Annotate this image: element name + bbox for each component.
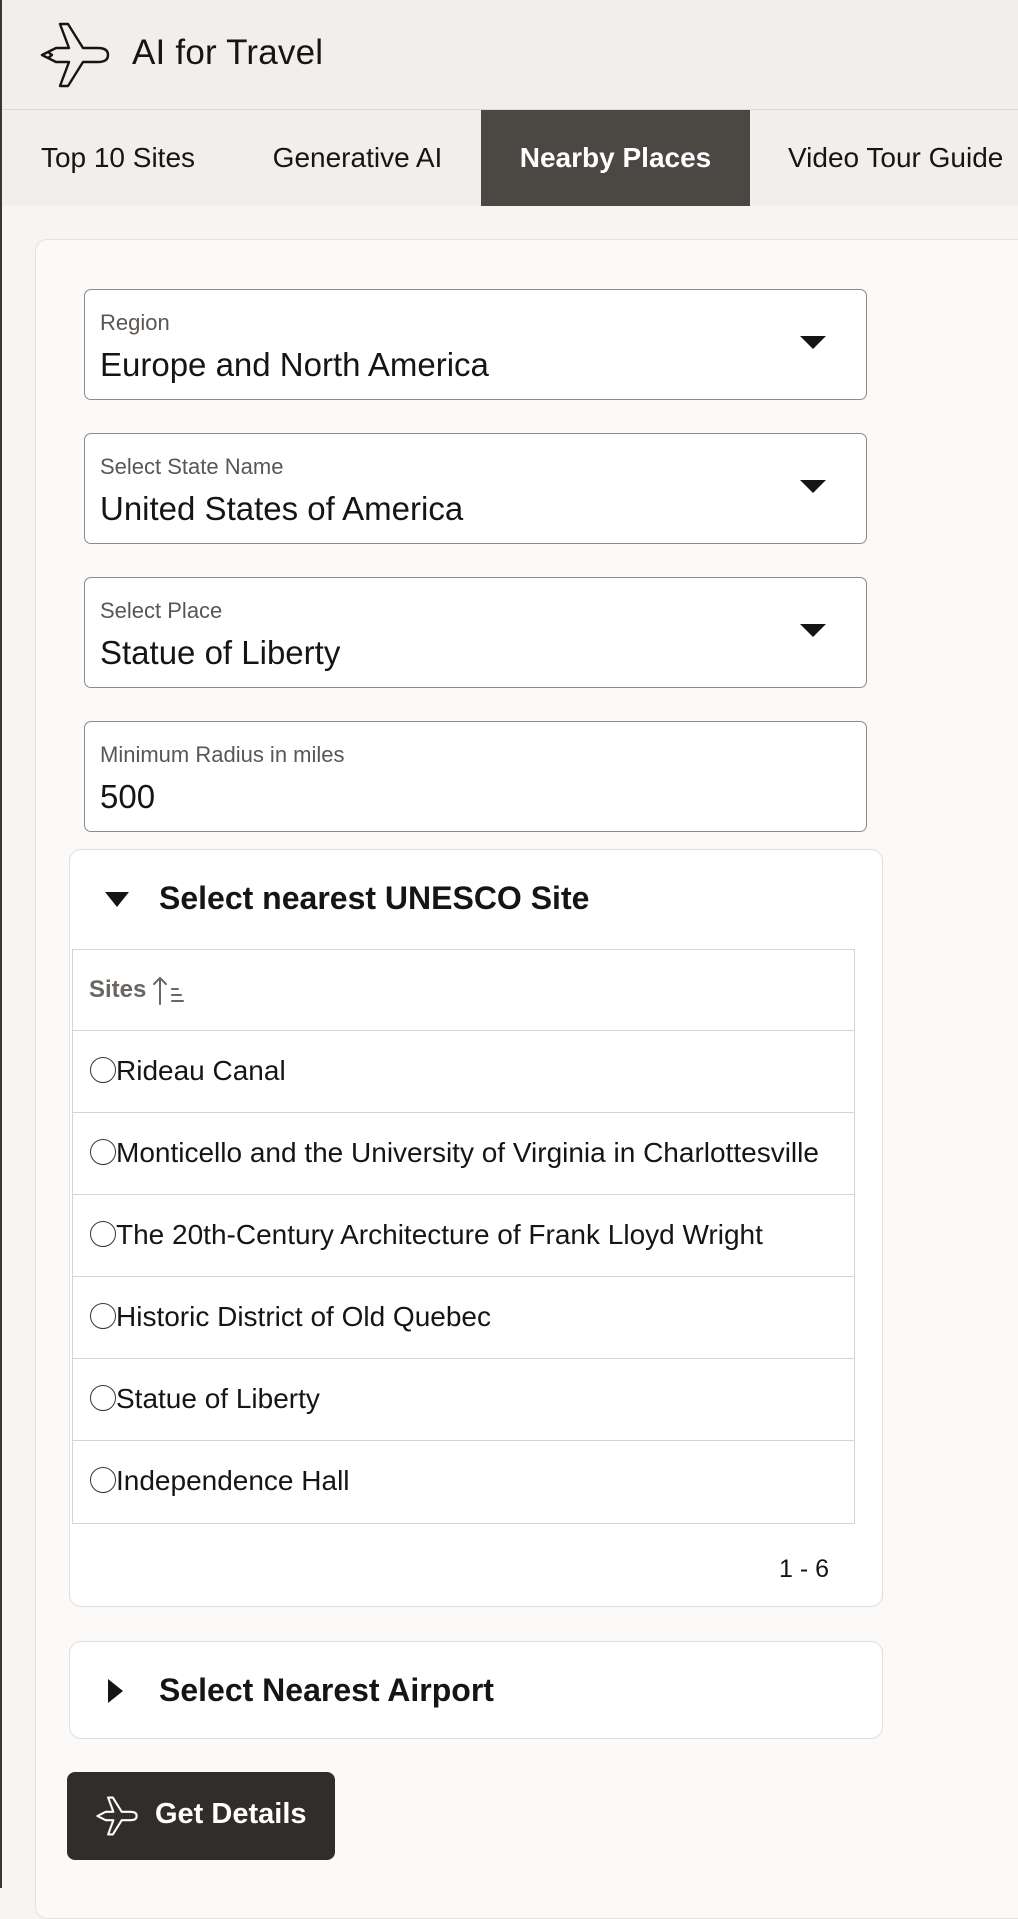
airplane-icon bbox=[40, 22, 110, 88]
table-header[interactable]: Sites bbox=[73, 950, 854, 1031]
site-radio[interactable] bbox=[90, 1057, 116, 1083]
window-edge bbox=[0, 0, 2, 1888]
radius-input[interactable]: Minimum Radius in miles 500 bbox=[84, 721, 867, 832]
sort-ascending-icon[interactable] bbox=[151, 974, 185, 1008]
unesco-site-section: Select nearest UNESCO Site Sites Rideau … bbox=[69, 849, 883, 1607]
table-row[interactable]: Statue of Liberty bbox=[73, 1359, 854, 1441]
airport-section-header[interactable]: Select Nearest Airport bbox=[70, 1642, 882, 1740]
unesco-section-header[interactable]: Select nearest UNESCO Site bbox=[70, 850, 882, 948]
get-details-button[interactable]: Get Details bbox=[67, 1772, 335, 1860]
tab-generative-ai[interactable]: Generative AI bbox=[234, 110, 481, 206]
radius-value[interactable]: 500 bbox=[100, 778, 155, 816]
site-name: Rideau Canal bbox=[116, 1055, 286, 1086]
sites-table: Sites Rideau Canal Monticello and the Un… bbox=[72, 949, 855, 1524]
site-radio[interactable] bbox=[90, 1303, 116, 1329]
place-value: Statue of Liberty bbox=[100, 634, 341, 671]
site-name: The 20th-Century Architecture of Frank L… bbox=[116, 1219, 763, 1250]
table-row[interactable]: The 20th-Century Architecture of Frank L… bbox=[73, 1195, 854, 1277]
state-value: United States of America bbox=[100, 490, 464, 527]
get-details-label: Get Details bbox=[155, 1798, 307, 1830]
region-value: Europe and North America bbox=[100, 346, 489, 383]
collapse-arrow-icon[interactable] bbox=[105, 892, 129, 907]
app-title: AI for Travel bbox=[132, 33, 324, 72]
table-row[interactable]: Rideau Canal bbox=[73, 1031, 854, 1113]
table-row[interactable]: Independence Hall bbox=[73, 1441, 854, 1523]
chevron-down-icon[interactable] bbox=[800, 336, 826, 349]
chevron-down-icon[interactable] bbox=[800, 480, 826, 493]
site-name: Monticello and the University of Virgini… bbox=[116, 1137, 819, 1168]
airport-section-title: Select Nearest Airport bbox=[159, 1672, 494, 1708]
state-select[interactable]: Select State Name United States of Ameri… bbox=[84, 433, 867, 544]
chevron-down-icon[interactable] bbox=[800, 624, 826, 637]
table-row[interactable]: Monticello and the University of Virgini… bbox=[73, 1113, 854, 1195]
region-select[interactable]: Region Europe and North America bbox=[84, 289, 867, 400]
table-row[interactable]: Historic District of Old Quebec bbox=[73, 1277, 854, 1359]
airport-section: Select Nearest Airport bbox=[69, 1641, 883, 1739]
site-name: Historic District of Old Quebec bbox=[116, 1301, 491, 1332]
place-select[interactable]: Select Place Statue of Liberty bbox=[84, 577, 867, 688]
expand-arrow-icon[interactable] bbox=[108, 1679, 123, 1703]
tab-bar: Top 10 Sites Generative AI Nearby Places… bbox=[2, 110, 1018, 206]
tab-top-10-sites[interactable]: Top 10 Sites bbox=[2, 110, 234, 206]
pagination-text: 1 - 6 bbox=[778, 1555, 829, 1583]
site-radio[interactable] bbox=[90, 1467, 116, 1493]
airplane-icon bbox=[96, 1796, 138, 1836]
unesco-section-title: Select nearest UNESCO Site bbox=[159, 880, 590, 916]
state-label: Select State Name bbox=[100, 454, 284, 479]
site-radio[interactable] bbox=[90, 1221, 116, 1247]
sites-column-header[interactable]: Sites bbox=[89, 976, 146, 1004]
region-label: Region bbox=[100, 310, 170, 335]
tab-nearby-places[interactable]: Nearby Places bbox=[481, 110, 750, 206]
tab-video-tour-guide[interactable]: Video Tour Guide bbox=[750, 110, 1018, 206]
app-header: AI for Travel bbox=[2, 0, 1018, 110]
place-label: Select Place bbox=[100, 598, 223, 623]
site-name: Independence Hall bbox=[116, 1465, 350, 1496]
radius-label: Minimum Radius in miles bbox=[100, 742, 345, 767]
site-name: Statue of Liberty bbox=[116, 1383, 320, 1414]
site-radio[interactable] bbox=[90, 1139, 116, 1165]
site-radio[interactable] bbox=[90, 1385, 116, 1411]
